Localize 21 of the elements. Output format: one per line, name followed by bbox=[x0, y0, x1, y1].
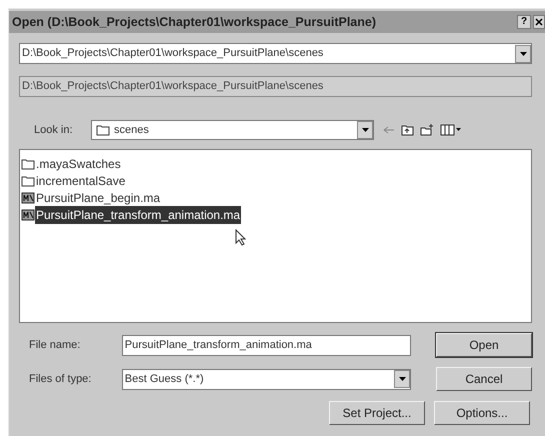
path-combo[interactable]: D:\Book_Projects\Chapter01\workspace_PursuitPlane\scenes bbox=[19, 43, 532, 64]
help-button[interactable]: ? bbox=[517, 15, 531, 29]
file-item[interactable]: PursuitPlane_transform_animation.ma bbox=[35, 206, 242, 224]
file-type-label: Files of type: bbox=[28, 372, 92, 387]
file-type-combo[interactable]: Best Guess (*.*) bbox=[122, 368, 411, 390]
file-item[interactable]: .mayaSwatches bbox=[35, 154, 122, 172]
window-title: Open (D:\Book_Projects\Chapter01\workspace_PursuitPlane) bbox=[12, 14, 376, 31]
look-in-value: scenes bbox=[113, 122, 150, 138]
dialog-button[interactable]: Options... bbox=[434, 401, 530, 425]
file-type-value: Best Guess (*.*) bbox=[124, 372, 205, 387]
path-field: D:\Book_Projects\Chapter01\workspace_PursuitPlane\scenes bbox=[19, 76, 532, 97]
file-name-label: File name: bbox=[28, 338, 82, 353]
dialog-button[interactable]: Open bbox=[436, 333, 532, 357]
path-value: D:\Book_Projects\Chapter01\workspace_PursuitPlane\scenes bbox=[21, 46, 324, 62]
dialog-button[interactable]: Cancel bbox=[436, 367, 532, 391]
look-in-label: Look in: bbox=[33, 122, 74, 138]
file-item[interactable]: PursuitPlane_begin.ma bbox=[35, 188, 162, 206]
look-in-combo[interactable]: scenes bbox=[91, 120, 374, 140]
file-name-field[interactable]: PursuitPlane_transform_animation.ma bbox=[122, 334, 411, 356]
dialog-button[interactable]: Set Project... bbox=[329, 401, 425, 425]
file-item[interactable]: incrementalSave bbox=[35, 172, 126, 190]
